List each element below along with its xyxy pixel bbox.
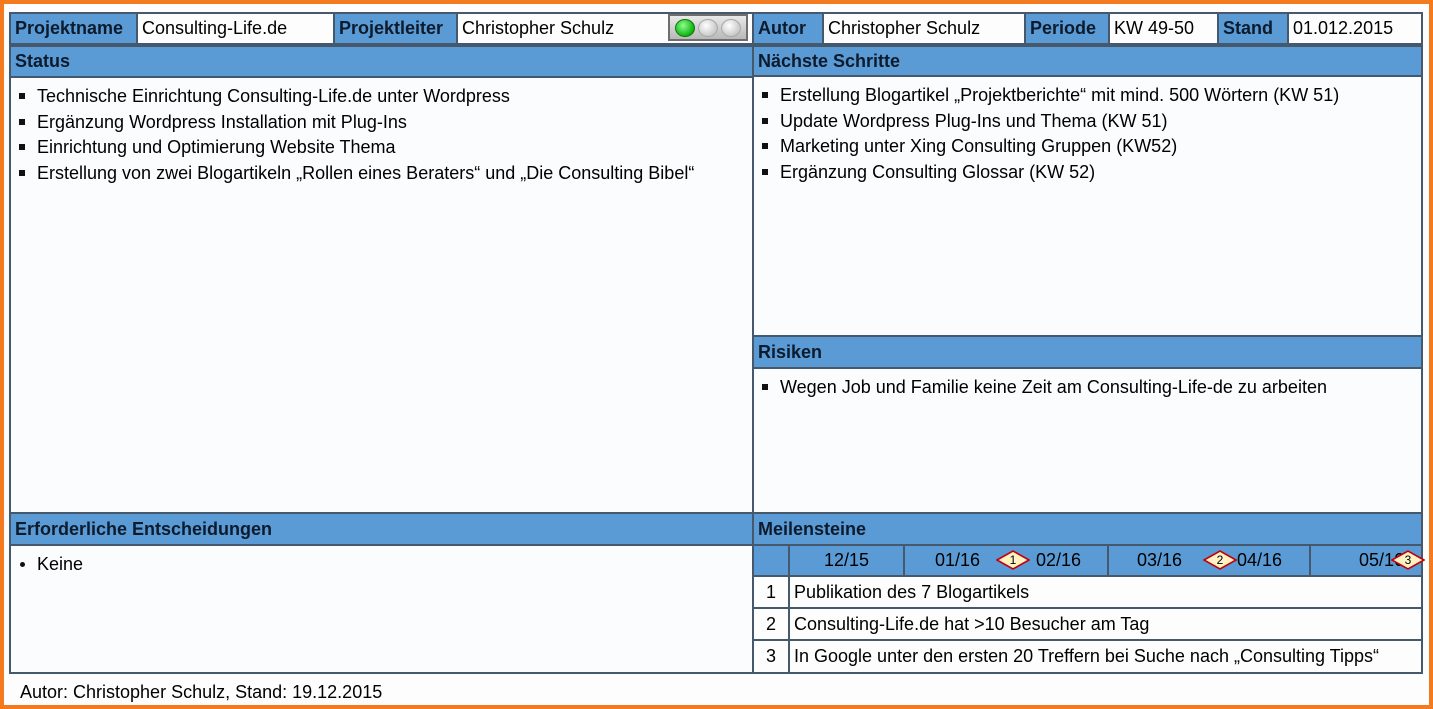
- autor-label: Autor: [752, 12, 824, 45]
- naechste-schritte-body: Erstellung Blogartikel „Projektberichte“…: [752, 75, 1423, 337]
- milestone-marker-number: 3: [1404, 553, 1412, 567]
- projektleiter-label: Projektleiter: [333, 12, 458, 45]
- milestone-marker: 2: [1203, 550, 1237, 570]
- month-label: 02/16: [1036, 550, 1082, 570]
- month-label: 01/16: [935, 550, 981, 570]
- naechste-schritte-title: Nächste Schritte: [752, 45, 1423, 77]
- month-header: 12/15: [788, 544, 905, 577]
- month-label: 03/16: [1137, 550, 1183, 570]
- milestone-marker: 3: [1391, 550, 1425, 570]
- meilensteine-corner: [752, 544, 790, 577]
- footer-author-stand: Autor: Christopher Schulz, Stand: 19.12.…: [20, 682, 383, 702]
- naechste-schritte-item: Erstellung Blogartikel „Projektberichte“…: [758, 83, 1417, 109]
- projektname-label: Projektname: [9, 12, 138, 45]
- status-item: Ergänzung Wordpress Installation mit Plu…: [15, 110, 748, 136]
- projektname-value: Consulting-Life.de: [136, 12, 335, 45]
- status-item: Technische Einrichtung Consulting-Life.d…: [15, 84, 748, 110]
- periode-label: Periode: [1024, 12, 1110, 45]
- risiken-item: Wegen Job und Familie keine Zeit am Cons…: [758, 375, 1417, 401]
- entscheidungen-body: Keine: [9, 544, 754, 674]
- milestone-row-number: 1: [752, 575, 790, 609]
- status-item: Einrichtung und Optimierung Website Them…: [15, 135, 748, 161]
- risiken-title: Risiken: [752, 335, 1423, 369]
- milestone-marker-number: 1: [1009, 553, 1017, 567]
- status-item: Erstellung von zwei Blogartikeln „Rollen…: [15, 161, 748, 187]
- periode-value: KW 49-50: [1108, 12, 1219, 45]
- autor-value: Christopher Schulz: [822, 12, 1026, 45]
- stand-label: Stand: [1217, 12, 1289, 45]
- naechste-schritte-item: Update Wordpress Plug-Ins und Thema (KW …: [758, 109, 1417, 135]
- milestone-row-number: 3: [752, 639, 790, 674]
- traffic-light-yellow: [697, 18, 718, 37]
- traffic-light: [668, 14, 748, 41]
- milestone-row-number: 2: [752, 607, 790, 641]
- risiken-body: Wegen Job und Familie keine Zeit am Cons…: [752, 367, 1423, 514]
- naechste-schritte-item: Ergänzung Consulting Glossar (KW 52): [758, 160, 1417, 186]
- naechste-schritte-item: Marketing unter Xing Consulting Gruppen …: [758, 134, 1417, 160]
- entscheidungen-item: Keine: [15, 552, 748, 578]
- entscheidungen-title: Erforderliche Entscheidungen: [9, 512, 754, 546]
- meilensteine-title: Meilensteine: [752, 512, 1423, 546]
- month-label: 04/16: [1237, 550, 1283, 570]
- status-title: Status: [9, 45, 754, 78]
- milestone-marker: 1: [996, 550, 1030, 570]
- milestone-row-text: In Google unter den ersten 20 Treffern b…: [788, 639, 1423, 674]
- milestone-marker-number: 2: [1216, 553, 1224, 567]
- traffic-light-red: [720, 18, 741, 37]
- stand-value: 01.012.2015: [1287, 12, 1423, 45]
- project-report: Projektname Consulting-Life.de Projektle…: [4, 4, 1429, 705]
- status-body: Technische Einrichtung Consulting-Life.d…: [9, 76, 754, 514]
- traffic-light-green: [675, 18, 696, 37]
- milestone-row-text: Consulting-Life.de hat >10 Besucher am T…: [788, 607, 1423, 641]
- milestone-row-text: Publikation des 7 Blogartikels: [788, 575, 1423, 609]
